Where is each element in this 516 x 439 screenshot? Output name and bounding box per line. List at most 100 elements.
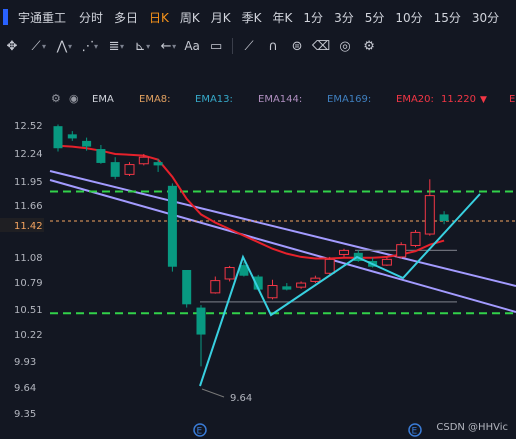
- candle-body: [282, 286, 292, 290]
- indicator-name[interactable]: EMA: [92, 94, 114, 105]
- candle[interactable]: [124, 162, 135, 177]
- toolbar-divider: [232, 38, 234, 54]
- magnet-icon[interactable]: ∩: [261, 39, 285, 54]
- candle[interactable]: [267, 279, 278, 300]
- tab-intraday[interactable]: 分时: [79, 9, 103, 26]
- candlestick-chart[interactable]: 12.52 12.24 11.95 11.66 11.42 11.08 10.7…: [0, 112, 516, 439]
- tab-multi-day[interactable]: 多日: [114, 9, 138, 26]
- candle-body: [324, 258, 335, 274]
- price-axis: 12.52 12.24 11.95 11.66 11.42 11.08 10.7…: [0, 121, 44, 420]
- current-price-label: 11.42: [14, 221, 43, 232]
- candle-body: [153, 162, 163, 166]
- candle-body: [196, 307, 206, 335]
- candle[interactable]: [153, 158, 163, 172]
- candle[interactable]: [424, 179, 435, 236]
- candle[interactable]: [110, 157, 120, 180]
- tab-daily-k[interactable]: 日K: [149, 9, 169, 26]
- candle[interactable]: [282, 283, 292, 291]
- chevron-down-icon[interactable]: ▾: [42, 42, 46, 51]
- channel-line-lower[interactable]: [49, 179, 516, 313]
- candle[interactable]: [196, 305, 206, 367]
- low-annotation: 9.64: [230, 393, 252, 404]
- event-marker-icon[interactable]: E: [412, 427, 418, 437]
- candle[interactable]: [396, 242, 407, 259]
- ema144-label: EMA144:: [258, 94, 303, 105]
- candle-body: [310, 277, 321, 282]
- ema13-label: EMA13:: [195, 94, 233, 105]
- lock-icon[interactable]: ⊜: [285, 39, 309, 54]
- tab-3min[interactable]: 3分: [334, 9, 354, 26]
- comment-icon[interactable]: ▭: [204, 39, 228, 54]
- channel-line-upper[interactable]: [49, 170, 516, 287]
- tab-30min[interactable]: 30分: [472, 9, 499, 26]
- period-menu: 宇通重工 分时 多日 日K 周K 月K 季K 年K 1分 3分 5分 10分 1…: [0, 0, 516, 34]
- candle[interactable]: [296, 281, 307, 289]
- text-icon[interactable]: Aa: [180, 39, 204, 53]
- chevron-down-icon[interactable]: ▾: [146, 42, 150, 51]
- candle-body: [267, 285, 278, 299]
- candle[interactable]: [410, 229, 421, 248]
- y-tick: 11.95: [14, 177, 43, 188]
- tab-5min[interactable]: 5分: [365, 9, 385, 26]
- brush-icon[interactable]: ⟋: [237, 39, 261, 54]
- settings-icon[interactable]: ⚙: [357, 39, 381, 54]
- candle-body: [224, 267, 235, 280]
- candle[interactable]: [210, 276, 221, 294]
- candle-body: [110, 162, 120, 177]
- candle-body: [82, 140, 92, 147]
- tab-yearly-k[interactable]: 年K: [273, 9, 293, 26]
- candle-body: [296, 282, 307, 288]
- candle-body: [424, 195, 435, 235]
- tab-10min[interactable]: 10分: [395, 9, 422, 26]
- candle-body: [138, 156, 149, 165]
- candle-body: [439, 214, 449, 221]
- event-marker-icon[interactable]: E: [197, 427, 203, 437]
- ema169-label: EMA169:: [327, 94, 372, 105]
- candle[interactable]: [67, 131, 77, 141]
- chevron-down-icon[interactable]: ▾: [172, 42, 176, 51]
- candle[interactable]: [182, 269, 192, 308]
- candle[interactable]: [381, 256, 392, 266]
- settings-icon[interactable]: ⚙: [51, 92, 61, 105]
- y-tick: 9.35: [14, 409, 36, 420]
- event-marker[interactable]: E: [408, 423, 422, 437]
- tab-weekly-k[interactable]: 周K: [180, 9, 200, 26]
- chevron-down-icon[interactable]: ▾: [120, 42, 124, 51]
- y-tick: 11.08: [14, 253, 43, 264]
- chevron-down-icon[interactable]: ▾: [68, 42, 72, 51]
- y-tick: 9.93: [14, 357, 36, 368]
- y-tick: 9.64: [14, 383, 36, 394]
- ema20-value: 11.220: [441, 94, 476, 105]
- symbol-name[interactable]: 宇通重工: [18, 9, 66, 26]
- candle-body: [182, 269, 192, 305]
- candle[interactable]: [96, 144, 106, 164]
- candle[interactable]: [53, 124, 63, 152]
- candle-body: [396, 244, 407, 258]
- ema20-label: EMA20:: [396, 94, 434, 105]
- crosshair-icon[interactable]: ✥: [0, 39, 24, 54]
- tab-quarterly-k[interactable]: 季K: [242, 9, 262, 26]
- tab-monthly-k[interactable]: 月K: [211, 9, 231, 26]
- visibility-icon[interactable]: ◎: [333, 39, 357, 54]
- symbol-marker: [3, 9, 8, 25]
- candle[interactable]: [224, 265, 235, 282]
- candle-body: [67, 134, 77, 139]
- eye-icon[interactable]: ◉: [69, 92, 79, 105]
- y-tick: 12.24: [14, 149, 43, 160]
- event-marker[interactable]: E: [193, 423, 207, 437]
- arrow-down-icon: ▼: [480, 95, 487, 105]
- candle-body: [53, 126, 63, 149]
- candle[interactable]: [167, 183, 177, 272]
- candle[interactable]: [339, 248, 349, 257]
- y-tick: 10.22: [14, 330, 43, 341]
- more-indicator-indicator: E: [509, 94, 516, 105]
- tab-15min[interactable]: 15分: [434, 9, 461, 26]
- candle-body: [339, 249, 349, 255]
- y-tick: 10.79: [14, 278, 43, 289]
- candle-body: [210, 280, 221, 294]
- trash-icon[interactable]: ⌫: [309, 39, 333, 54]
- candle[interactable]: [439, 211, 449, 225]
- chevron-down-icon[interactable]: ▾: [94, 42, 98, 51]
- tab-1min[interactable]: 1分: [303, 9, 323, 26]
- y-tick: 12.52: [14, 121, 43, 132]
